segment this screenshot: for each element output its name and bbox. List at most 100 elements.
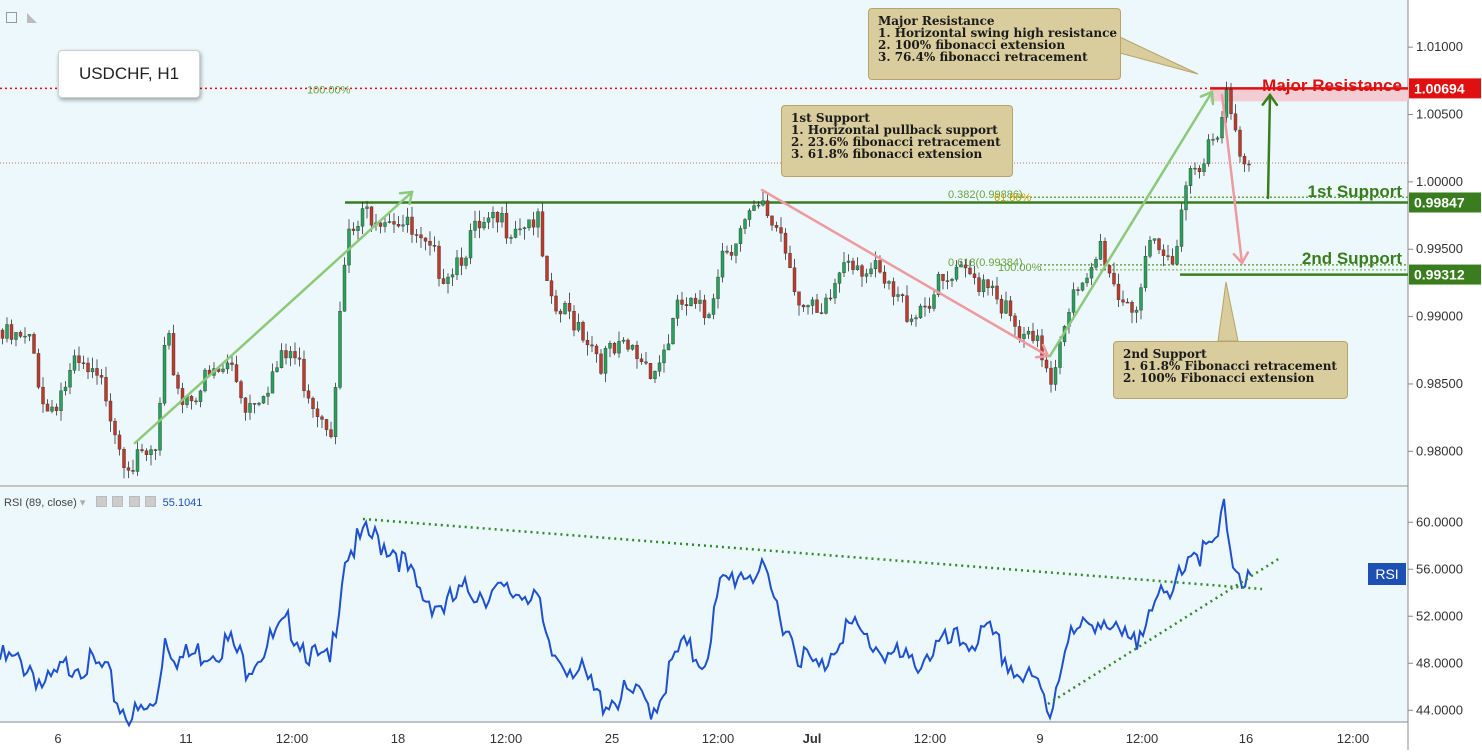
candle-body <box>320 416 324 420</box>
second-support-price-tag: 0.99312 <box>1414 267 1465 283</box>
rsi-legend[interactable]: RSI (89, close) ▾ 55.1041 <box>4 496 202 509</box>
candle-body <box>365 206 369 209</box>
price-pane-bg <box>0 0 1408 485</box>
candle-body <box>293 351 297 359</box>
candle-body <box>675 299 680 319</box>
candle-body <box>356 226 360 231</box>
rsi-tick-label: 60.0000 <box>1416 514 1463 529</box>
candle-body <box>1229 89 1233 115</box>
candle-body <box>275 367 279 372</box>
second-support-callout: 2nd Support 1. 61.8% Fibonacci retraceme… <box>1113 341 1348 399</box>
candle-body <box>1161 249 1166 256</box>
candle-body <box>221 368 225 372</box>
candle-body <box>905 295 909 322</box>
time-tick-label: 18 <box>391 731 405 746</box>
candle-body <box>338 311 342 388</box>
expand-icon[interactable] <box>27 13 38 23</box>
candle-body <box>248 403 252 413</box>
candle-body <box>801 304 806 308</box>
candle-body <box>500 212 504 223</box>
candle-body <box>1026 330 1031 335</box>
rsi-tick-label: 52.0000 <box>1416 608 1463 623</box>
candle-body <box>567 303 572 312</box>
candle-body <box>329 429 333 438</box>
candle-body <box>149 449 153 455</box>
candle-body <box>1080 282 1085 291</box>
candle-body <box>765 200 770 217</box>
candle-body <box>1116 283 1121 300</box>
candle-body <box>1238 129 1242 157</box>
candle-body <box>176 374 180 389</box>
rsi-pane-bg <box>0 487 1408 722</box>
candle-body <box>1053 367 1058 385</box>
candle-body <box>639 358 644 363</box>
candle-body <box>626 339 630 350</box>
visibility-icon[interactable] <box>96 496 108 507</box>
close-icon[interactable] <box>144 496 156 507</box>
candle-body <box>1188 168 1193 186</box>
candle-body <box>54 406 59 411</box>
candle-body <box>1085 277 1089 284</box>
candle-body <box>788 253 792 268</box>
candle-body <box>747 210 752 220</box>
candle-body <box>9 324 14 340</box>
candle-body <box>819 312 824 314</box>
candle-body <box>509 237 513 239</box>
candle-body <box>954 266 959 280</box>
candle-body <box>986 279 990 289</box>
candle-body <box>900 294 905 296</box>
candle-body <box>846 260 851 263</box>
candle-body <box>873 260 878 270</box>
candle-body <box>486 217 491 223</box>
candle-body <box>198 390 203 402</box>
candle-body <box>383 222 387 227</box>
candle-body <box>284 350 288 359</box>
candle-body <box>153 449 158 451</box>
candle-body <box>423 237 428 242</box>
candle-body <box>414 234 419 236</box>
candle-body <box>1035 335 1040 341</box>
candle-body <box>306 390 311 399</box>
candle-body <box>59 390 63 411</box>
candle-body <box>1008 300 1013 317</box>
candle-body <box>1224 89 1229 118</box>
add-icon[interactable] <box>128 496 140 507</box>
candle-body <box>950 279 954 281</box>
candle-body <box>959 264 963 268</box>
candle-body <box>315 408 320 418</box>
candle-body <box>360 208 365 227</box>
candle-body <box>113 420 117 436</box>
callout-line: 3. 61.8% fibonacci extension <box>791 147 983 161</box>
price-tick-label: 1.01000 <box>1416 39 1463 54</box>
dropdown-icon[interactable]: ▾ <box>80 497 86 509</box>
candle-body <box>482 222 486 229</box>
callout-line: 2. 100% Fibonacci extension <box>1123 371 1315 385</box>
candle-body <box>689 297 693 307</box>
symbol-label[interactable]: USDCHF, H1 <box>58 50 200 98</box>
candle-body <box>1139 287 1143 311</box>
panel-icon[interactable] <box>6 12 17 23</box>
candle-body <box>5 324 9 339</box>
candle-body <box>1121 299 1125 303</box>
candle-body <box>1148 240 1152 257</box>
candle-body <box>864 273 869 277</box>
candle-body <box>99 375 104 378</box>
candle-body <box>869 268 873 275</box>
candle-body <box>473 220 477 231</box>
candle-body <box>378 222 383 227</box>
candle-body <box>68 370 72 388</box>
candle-body <box>648 362 653 379</box>
candle-body <box>770 215 774 226</box>
candle-body <box>590 344 594 347</box>
candle-body <box>1125 301 1130 304</box>
settings-icon[interactable] <box>112 496 124 507</box>
candle-body <box>738 228 743 244</box>
candle-body <box>792 267 797 292</box>
candle-body <box>653 371 657 379</box>
candle-body <box>995 285 999 300</box>
candle-body <box>27 334 32 337</box>
candle-body <box>302 359 306 392</box>
top-toolbar <box>6 10 38 28</box>
candle-body <box>999 298 1004 314</box>
rsi-tick-label: 56.0000 <box>1416 561 1463 576</box>
